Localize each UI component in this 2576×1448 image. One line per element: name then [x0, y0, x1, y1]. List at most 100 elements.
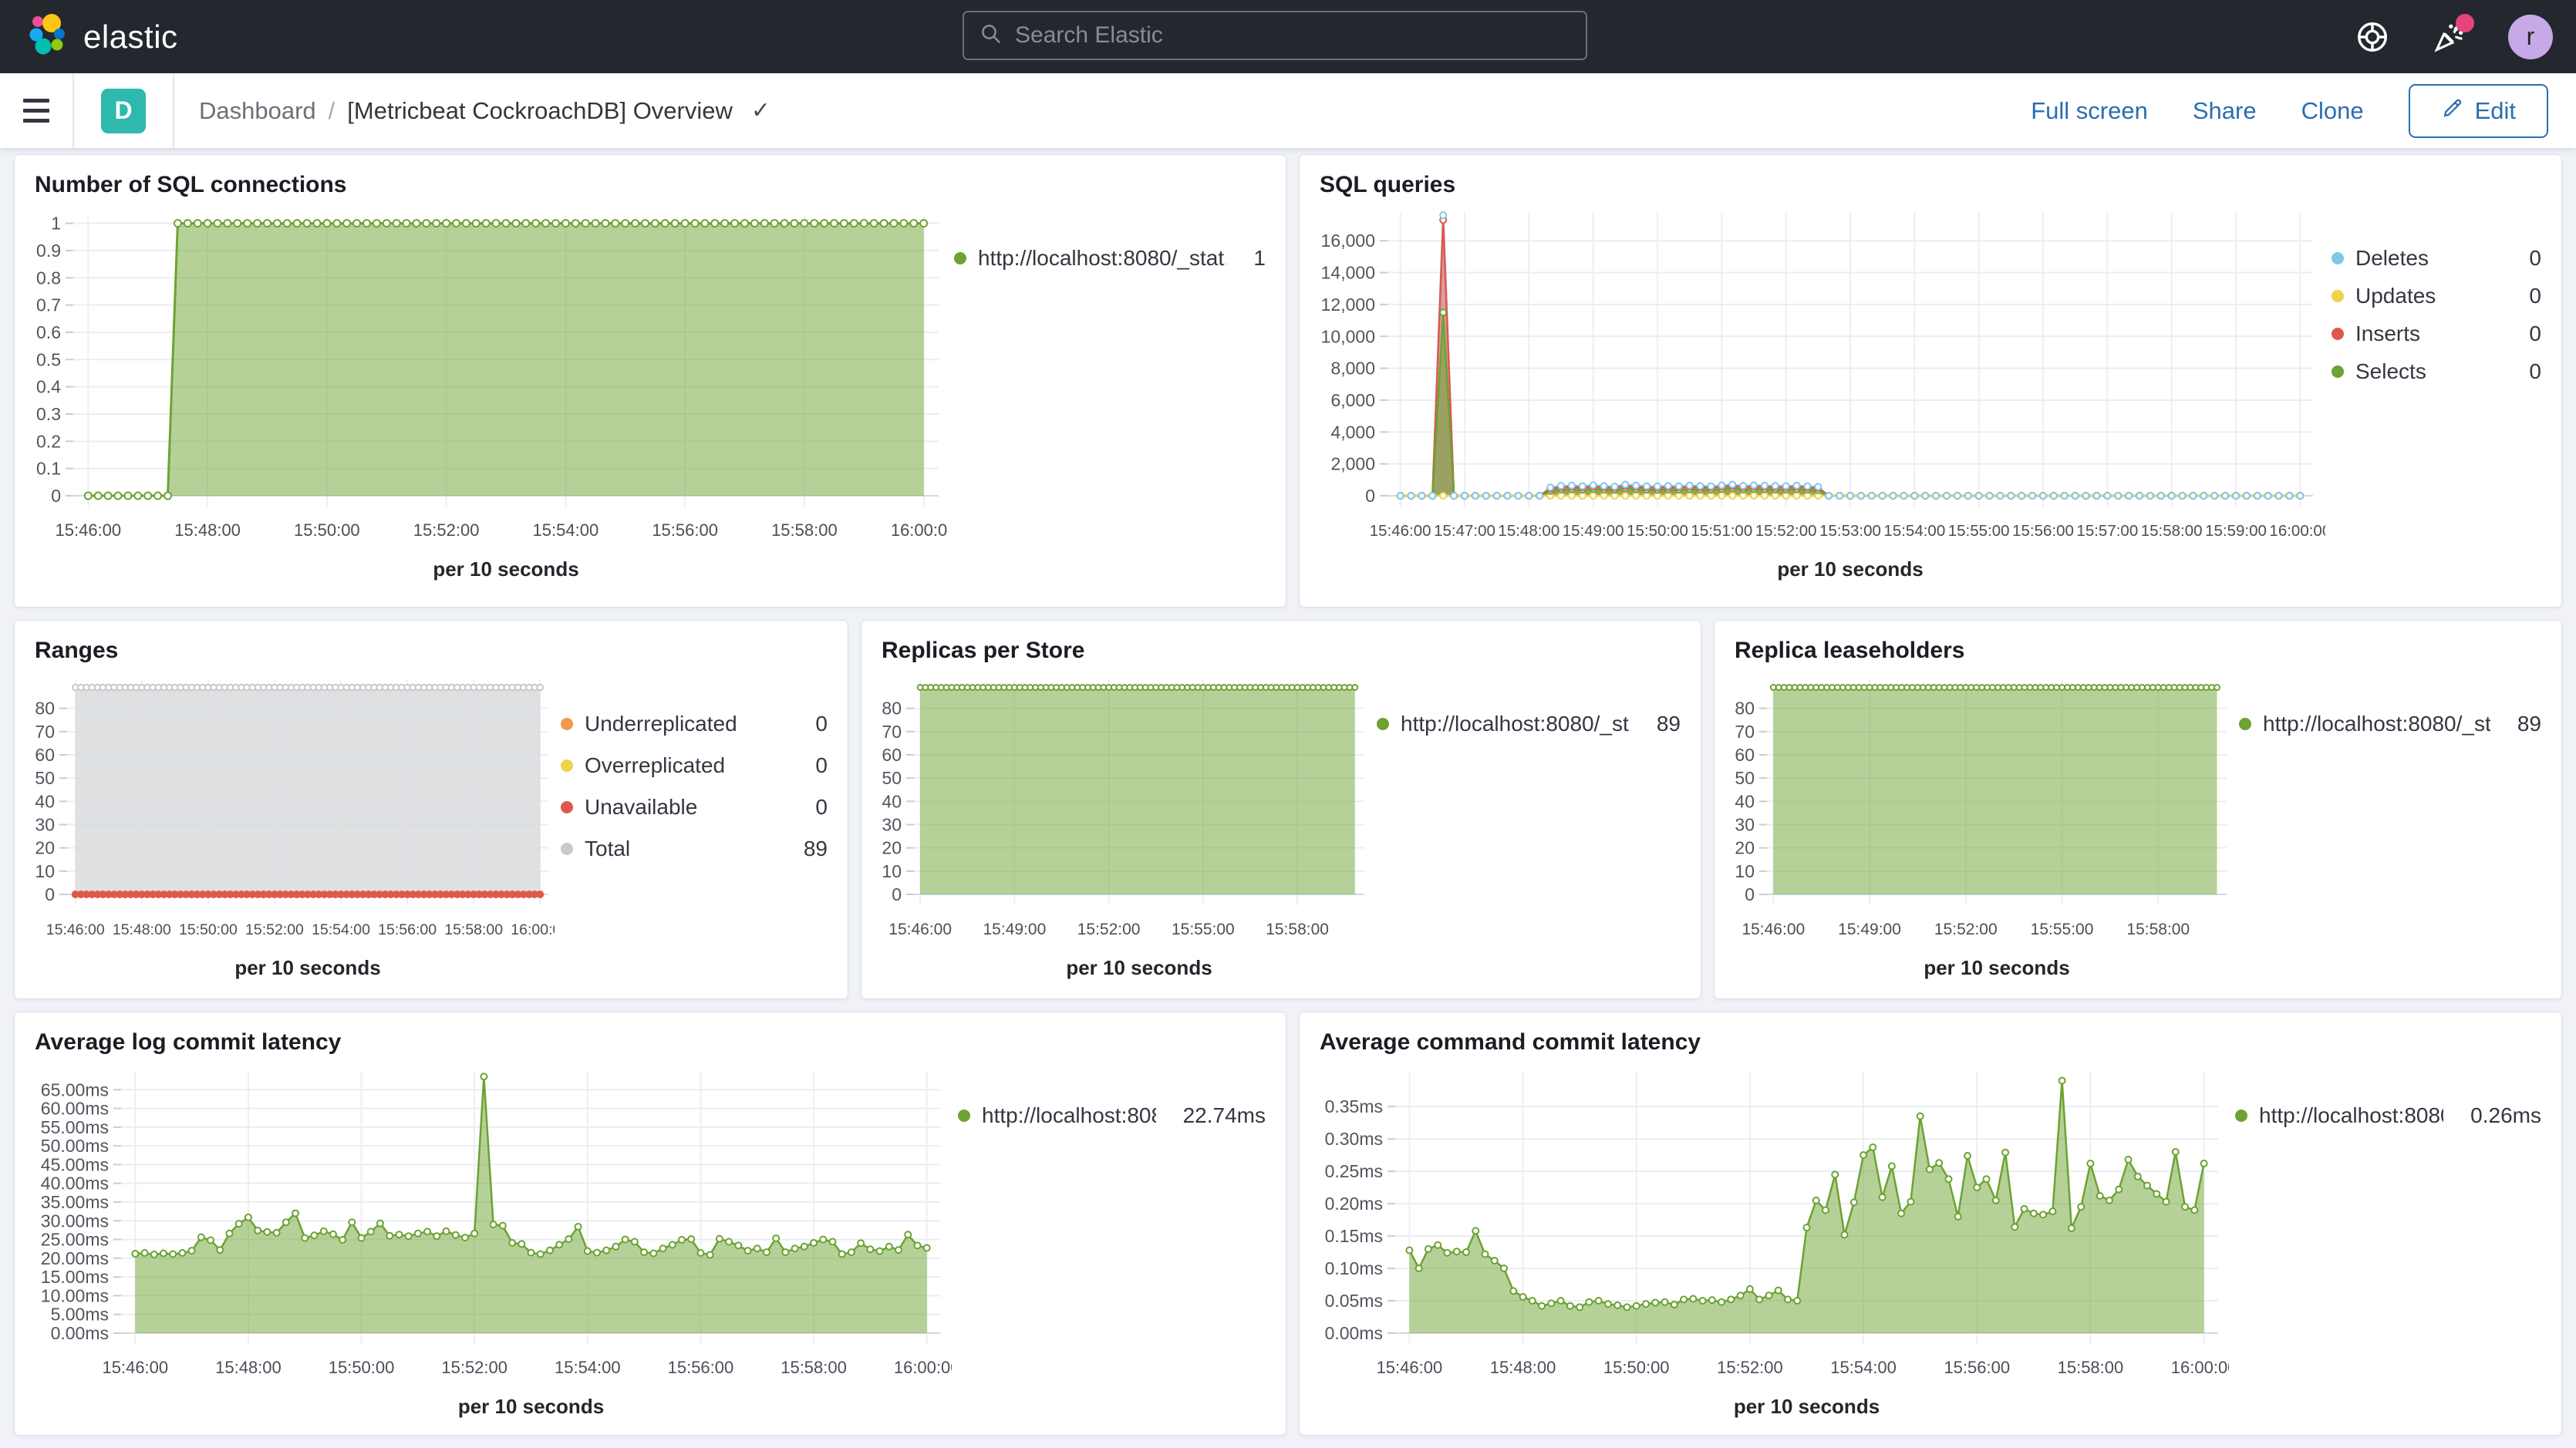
full-screen-button[interactable]: Full screen	[2031, 97, 2148, 125]
svg-text:15:52:00: 15:52:00	[441, 1358, 507, 1377]
svg-text:0.7: 0.7	[36, 295, 61, 315]
svg-text:55.00ms: 55.00ms	[41, 1117, 109, 1137]
svg-text:15:49:00: 15:49:00	[983, 921, 1047, 938]
legend-item[interactable]: http://localhost:808...22.74ms	[958, 1103, 1266, 1128]
svg-text:10,000: 10,000	[1321, 326, 1375, 346]
breadcrumb-dashboard-link[interactable]: Dashboard	[199, 97, 316, 125]
legend-label: Deletes	[2355, 246, 2429, 271]
page-title: [Metricbeat CockroachDB] Overview	[347, 97, 733, 125]
avg-cmd-commit-chart[interactable]: 0.00ms0.05ms0.10ms0.15ms0.20ms0.25ms0.30…	[1300, 1059, 2229, 1421]
svg-text:30: 30	[882, 815, 902, 835]
legend-value: 0	[2514, 284, 2541, 308]
legend-label: Total	[585, 837, 630, 861]
legend-dot-icon	[2332, 328, 2344, 340]
legend-item[interactable]: http://localhost:8080...0.26ms	[2235, 1103, 2541, 1128]
legend-item[interactable]: Unavailable0	[561, 795, 828, 820]
legend-label: http://localhost:8080...	[2259, 1103, 2443, 1128]
legend-value: 0	[2514, 246, 2541, 271]
panel-title: Ranges	[15, 621, 848, 667]
svg-text:0.5: 0.5	[36, 349, 61, 369]
pencil-icon	[2441, 96, 2464, 126]
svg-text:30.00ms: 30.00ms	[41, 1211, 109, 1231]
sql-queries-chart[interactable]: 02,0004,0006,0008,00010,00012,00014,0001…	[1300, 201, 2325, 587]
space-badge: D	[101, 89, 146, 133]
svg-text:15:46:00: 15:46:00	[103, 1358, 169, 1377]
legend-item[interactable]: Underreplicated0	[561, 712, 828, 736]
svg-text:15:48:00: 15:48:00	[174, 520, 241, 540]
ranges-chart[interactable]: 0102030405060708015:46:0015:48:0015:50:0…	[15, 667, 555, 979]
chart-legend: http://localhost:8080/_sta...89	[1371, 667, 1701, 979]
svg-text:50: 50	[882, 768, 902, 788]
legend-item[interactable]: Updates0	[2332, 284, 2541, 308]
newsfeed-icon[interactable]	[2431, 19, 2468, 56]
svg-text:0.8: 0.8	[36, 268, 61, 288]
svg-text:15:56:00: 15:56:00	[1944, 1358, 2010, 1377]
svg-text:0.00ms: 0.00ms	[1325, 1323, 1383, 1343]
svg-text:15:54:00: 15:54:00	[312, 921, 370, 938]
svg-text:15:49:00: 15:49:00	[1563, 522, 1624, 540]
svg-text:50.00ms: 50.00ms	[41, 1136, 109, 1156]
user-avatar[interactable]: r	[2508, 15, 2553, 59]
legend-item[interactable]: Selects0	[2332, 359, 2541, 384]
panel-ranges: Ranges 0102030405060708015:46:0015:48:00…	[14, 620, 848, 999]
svg-text:80: 80	[35, 699, 55, 719]
legend-item[interactable]: Overreplicated0	[561, 753, 828, 778]
avg-log-commit-chart[interactable]: 0.00ms5.00ms10.00ms15.00ms20.00ms25.00ms…	[15, 1059, 952, 1421]
svg-text:70: 70	[882, 722, 902, 742]
svg-text:70: 70	[35, 722, 55, 742]
svg-text:15:52:00: 15:52:00	[1717, 1358, 1783, 1377]
svg-text:15.00ms: 15.00ms	[41, 1267, 109, 1287]
legend-label: http://localhost:808...	[982, 1103, 1156, 1128]
legend-item[interactable]: http://localhost:8080/_sta...89	[1377, 712, 1681, 736]
svg-text:15:48:00: 15:48:00	[1490, 1358, 1556, 1377]
space-selector[interactable]: D	[74, 73, 174, 148]
svg-text:15:55:00: 15:55:00	[1948, 522, 2010, 540]
replicas-per-store-chart[interactable]: 0102030405060708015:46:0015:49:0015:52:0…	[861, 667, 1371, 979]
brand-name: elastic	[83, 19, 178, 56]
svg-text:4,000: 4,000	[1330, 422, 1375, 442]
elastic-logo[interactable]: elastic	[26, 13, 178, 60]
search-icon	[979, 22, 1003, 49]
legend-item[interactable]: Deletes 0	[2332, 246, 2541, 271]
clone-button[interactable]: Clone	[2301, 97, 2364, 125]
svg-text:20.00ms: 20.00ms	[41, 1248, 109, 1268]
svg-text:60: 60	[1735, 745, 1755, 765]
legend-dot-icon	[561, 801, 573, 813]
legend-label: Selects	[2355, 359, 2426, 384]
search-input[interactable]	[1015, 22, 1570, 49]
svg-text:16,000: 16,000	[1321, 231, 1375, 251]
svg-text:30: 30	[35, 815, 55, 835]
svg-text:15:55:00: 15:55:00	[1172, 921, 1235, 938]
svg-text:0.1: 0.1	[36, 459, 61, 479]
edit-button[interactable]: Edit	[2409, 84, 2548, 138]
global-search[interactable]	[963, 11, 1587, 60]
share-button[interactable]: Share	[2193, 97, 2257, 125]
sql-connections-chart[interactable]: 00.10.20.30.40.50.60.70.80.9115:46:0015:…	[15, 201, 948, 587]
svg-text:15:46:00: 15:46:00	[1377, 1358, 1443, 1377]
legend-item[interactable]: http://localhost:8080/_sta...89	[2239, 712, 2541, 736]
svg-text:0.05ms: 0.05ms	[1325, 1291, 1383, 1311]
svg-text:per 10 seconds: per 10 seconds	[1777, 557, 1923, 581]
replica-leaseholders-chart[interactable]: 0102030405060708015:46:0015:49:0015:52:0…	[1715, 667, 2233, 979]
help-icon[interactable]	[2354, 19, 2391, 56]
legend-dot-icon	[2239, 718, 2251, 730]
svg-text:15:56:00: 15:56:00	[2012, 522, 2074, 540]
legend-item[interactable]: http://localhost:8080/_stat...1	[954, 246, 1266, 271]
svg-text:15:54:00: 15:54:00	[1883, 522, 1945, 540]
menu-icon[interactable]	[0, 73, 74, 148]
svg-text:8,000: 8,000	[1330, 359, 1375, 379]
title-check-icon[interactable]: ✓	[751, 97, 770, 124]
svg-text:40.00ms: 40.00ms	[41, 1174, 109, 1194]
legend-item[interactable]: Total89	[561, 837, 828, 861]
svg-text:60.00ms: 60.00ms	[41, 1099, 109, 1119]
svg-text:65.00ms: 65.00ms	[41, 1079, 109, 1099]
svg-text:15:52:00: 15:52:00	[1077, 921, 1141, 938]
app-header: elastic	[0, 0, 2576, 73]
legend-item[interactable]: Inserts0	[2332, 322, 2541, 346]
svg-text:0.35ms: 0.35ms	[1325, 1096, 1383, 1116]
panel-title: Number of SQL connections	[15, 155, 1286, 201]
svg-text:15:54:00: 15:54:00	[1830, 1358, 1897, 1377]
legend-dot-icon	[2235, 1110, 2247, 1122]
svg-text:20: 20	[1735, 838, 1755, 858]
svg-text:15:52:00: 15:52:00	[413, 520, 480, 540]
